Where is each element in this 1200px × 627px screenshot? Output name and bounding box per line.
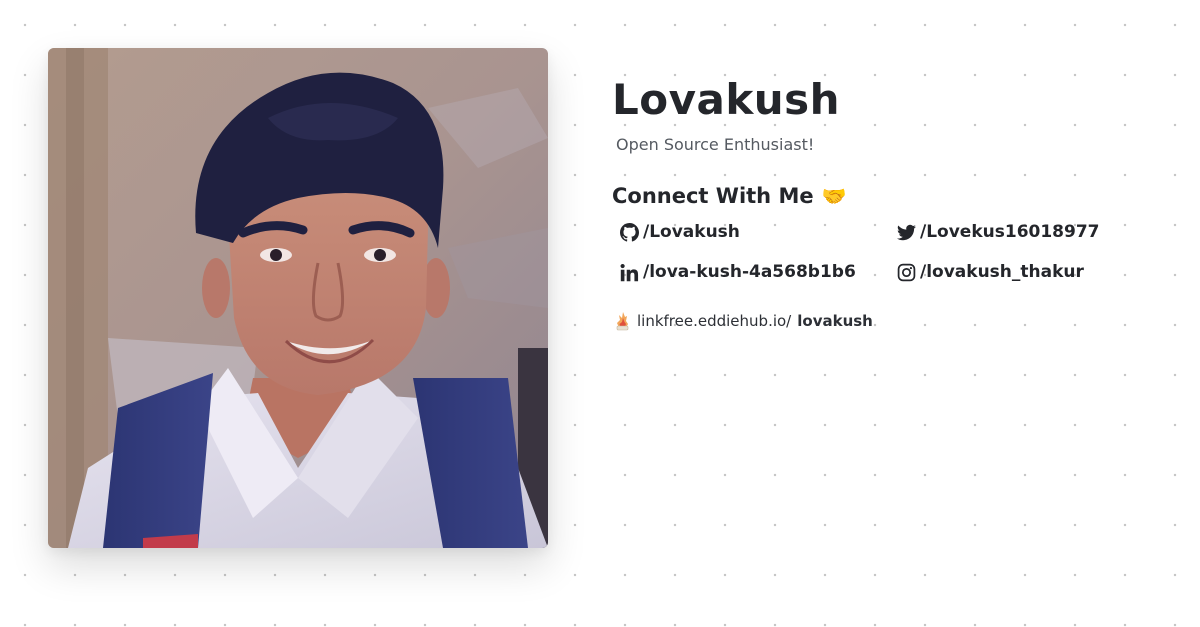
- connect-heading: Connect With Me 🤝: [612, 182, 1172, 210]
- linkedin-icon: [620, 263, 639, 282]
- github-icon: [620, 222, 639, 242]
- twitter-handle: /Lovekus16018977: [920, 222, 1100, 242]
- handshake-icon: 🤝: [821, 184, 847, 208]
- social-links: /Lovakush /Lovekus16018977 /lova-kush-4a…: [620, 220, 1172, 284]
- profile-tagline: Open Source Enthusiast!: [616, 135, 815, 154]
- instagram-icon: [897, 263, 916, 282]
- github-link[interactable]: /Lovakush: [620, 220, 897, 244]
- profile-photo-illustration: [48, 48, 548, 548]
- linkedin-link[interactable]: /lova-kush-4a568b1b6: [620, 260, 897, 284]
- profile-info: Lovakush Open Source Enthusiast! Connect…: [612, 72, 1172, 331]
- twitter-link[interactable]: /Lovekus16018977: [897, 220, 1177, 244]
- instagram-link[interactable]: /lovakush_thakur: [897, 260, 1177, 284]
- profile-photo: [48, 48, 548, 548]
- twitter-icon: [897, 223, 916, 242]
- page-title: Lovakush: [612, 75, 841, 124]
- linkfree-prefix: linkfree.eddiehub.io/: [637, 311, 792, 330]
- linkedin-handle: /lova-kush-4a568b1b6: [643, 262, 856, 282]
- instagram-handle: /lovakush_thakur: [920, 262, 1084, 282]
- linkfree-logo-icon: [614, 310, 631, 331]
- linkfree-username: lovakush: [797, 311, 873, 330]
- connect-heading-text: Connect With Me: [612, 184, 814, 208]
- linkfree-link[interactable]: linkfree.eddiehub.io/ lovakush: [614, 310, 1172, 331]
- github-handle: /Lovakush: [643, 222, 740, 242]
